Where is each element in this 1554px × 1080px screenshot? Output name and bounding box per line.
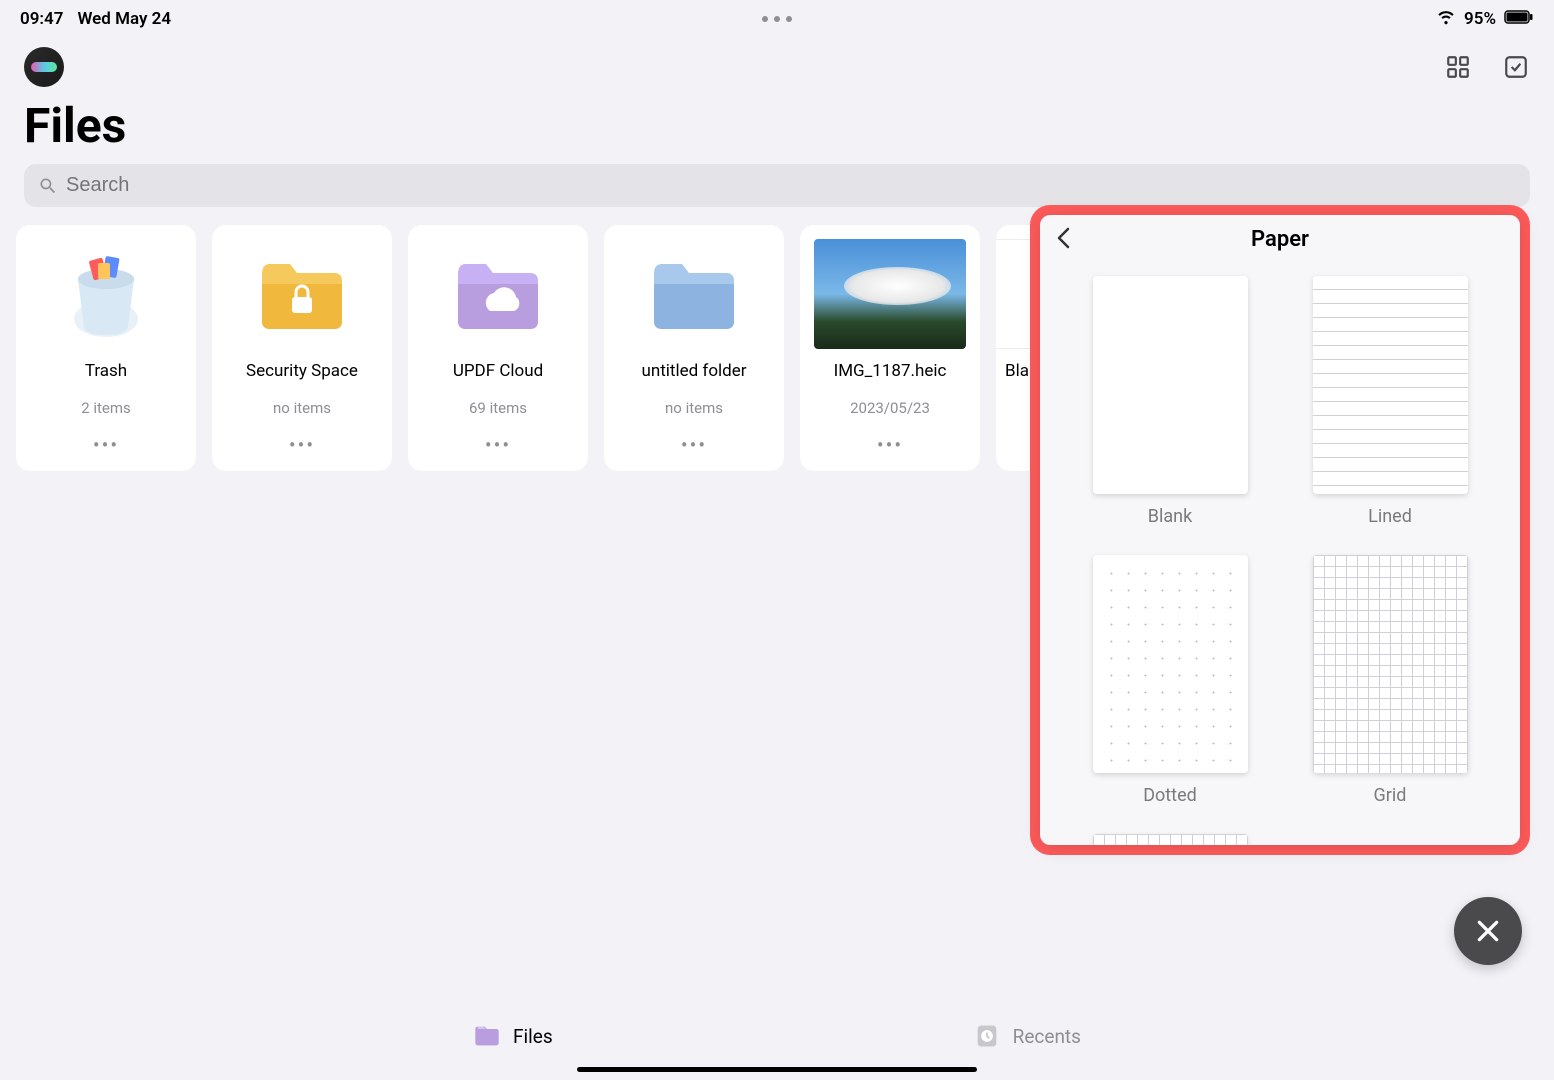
file-meta: 2023/05/23 bbox=[850, 399, 930, 417]
wifi-icon bbox=[1436, 6, 1456, 31]
clock-tab-icon bbox=[973, 1022, 1001, 1050]
file-meta: 2 items bbox=[81, 399, 131, 417]
search-bar[interactable] bbox=[24, 164, 1530, 207]
page-title: Files bbox=[0, 97, 1554, 164]
more-icon[interactable]: ••• bbox=[485, 433, 511, 457]
file-card-cloud[interactable]: UPDF Cloud 69 items ••• bbox=[408, 225, 588, 471]
file-card-image[interactable]: IMG_1187.heic 2023/05/23 ••• bbox=[800, 225, 980, 471]
tab-recents[interactable]: Recents bbox=[973, 1022, 1081, 1050]
file-meta: no items bbox=[273, 399, 331, 417]
grid-preview bbox=[1313, 555, 1468, 773]
photo-thumbnail bbox=[814, 239, 966, 349]
file-name: Trash bbox=[85, 361, 127, 381]
more-icon[interactable]: ••• bbox=[681, 433, 707, 457]
battery-icon bbox=[1504, 9, 1534, 29]
select-check-icon[interactable] bbox=[1502, 53, 1530, 81]
paper-label: Grid bbox=[1374, 785, 1407, 806]
lined-preview bbox=[1313, 276, 1468, 494]
more-icon[interactable]: ••• bbox=[93, 433, 119, 457]
status-time: 09:47 bbox=[20, 9, 63, 29]
trash-icon bbox=[30, 239, 182, 349]
popup-title: Paper bbox=[1251, 227, 1309, 252]
home-indicator[interactable] bbox=[577, 1067, 977, 1072]
paper-label: Blank bbox=[1148, 506, 1192, 527]
avatar[interactable] bbox=[24, 47, 64, 87]
file-name: IMG_1187.heic bbox=[834, 361, 947, 381]
paper-option-partial[interactable] bbox=[1080, 834, 1260, 845]
cloud-folder-icon bbox=[422, 239, 574, 349]
search-icon bbox=[38, 176, 58, 196]
folder-icon bbox=[618, 239, 770, 349]
paper-label: Lined bbox=[1368, 506, 1412, 527]
file-meta: 69 items bbox=[469, 399, 527, 417]
status-date: Wed May 24 bbox=[77, 9, 171, 29]
back-button[interactable] bbox=[1056, 227, 1070, 253]
paper-option-grid[interactable]: Grid bbox=[1300, 555, 1480, 806]
close-button[interactable] bbox=[1454, 897, 1522, 965]
dotted-preview bbox=[1093, 555, 1248, 773]
search-input[interactable] bbox=[66, 174, 1516, 197]
blank-preview bbox=[1093, 276, 1248, 494]
more-icon[interactable]: ••• bbox=[289, 433, 315, 457]
file-card-folder[interactable]: untitled folder no items ••• bbox=[604, 225, 784, 471]
file-card-trash[interactable]: Trash 2 items ••• bbox=[16, 225, 196, 471]
tab-files[interactable]: Files bbox=[473, 1022, 553, 1050]
paper-option-lined[interactable]: Lined bbox=[1300, 276, 1480, 527]
file-name: untitled folder bbox=[641, 361, 746, 381]
grid-view-icon[interactable] bbox=[1444, 53, 1472, 81]
file-name: UPDF Cloud bbox=[453, 361, 543, 381]
bottom-tabs: Files Recents bbox=[0, 1022, 1554, 1050]
file-meta: no items bbox=[665, 399, 723, 417]
lock-folder-icon bbox=[226, 239, 378, 349]
paper-label: Dotted bbox=[1143, 785, 1197, 806]
tab-label: Recents bbox=[1013, 1025, 1081, 1048]
paper-option-blank[interactable]: Blank bbox=[1080, 276, 1260, 527]
multitask-dots[interactable] bbox=[762, 16, 792, 22]
close-icon bbox=[1475, 918, 1501, 944]
file-name: Security Space bbox=[246, 361, 358, 381]
paper-option-dotted[interactable]: Dotted bbox=[1080, 555, 1260, 806]
tab-label: Files bbox=[513, 1025, 553, 1048]
more-icon[interactable]: ••• bbox=[877, 433, 903, 457]
file-card-security[interactable]: Security Space no items ••• bbox=[212, 225, 392, 471]
folder-tab-icon bbox=[473, 1022, 501, 1050]
partial-preview bbox=[1093, 834, 1248, 845]
battery-percent: 95% bbox=[1464, 9, 1496, 29]
status-bar: 09:47 Wed May 24 95% bbox=[0, 0, 1554, 37]
paper-popup: Paper Blank Lined Dotted Grid bbox=[1040, 215, 1520, 845]
